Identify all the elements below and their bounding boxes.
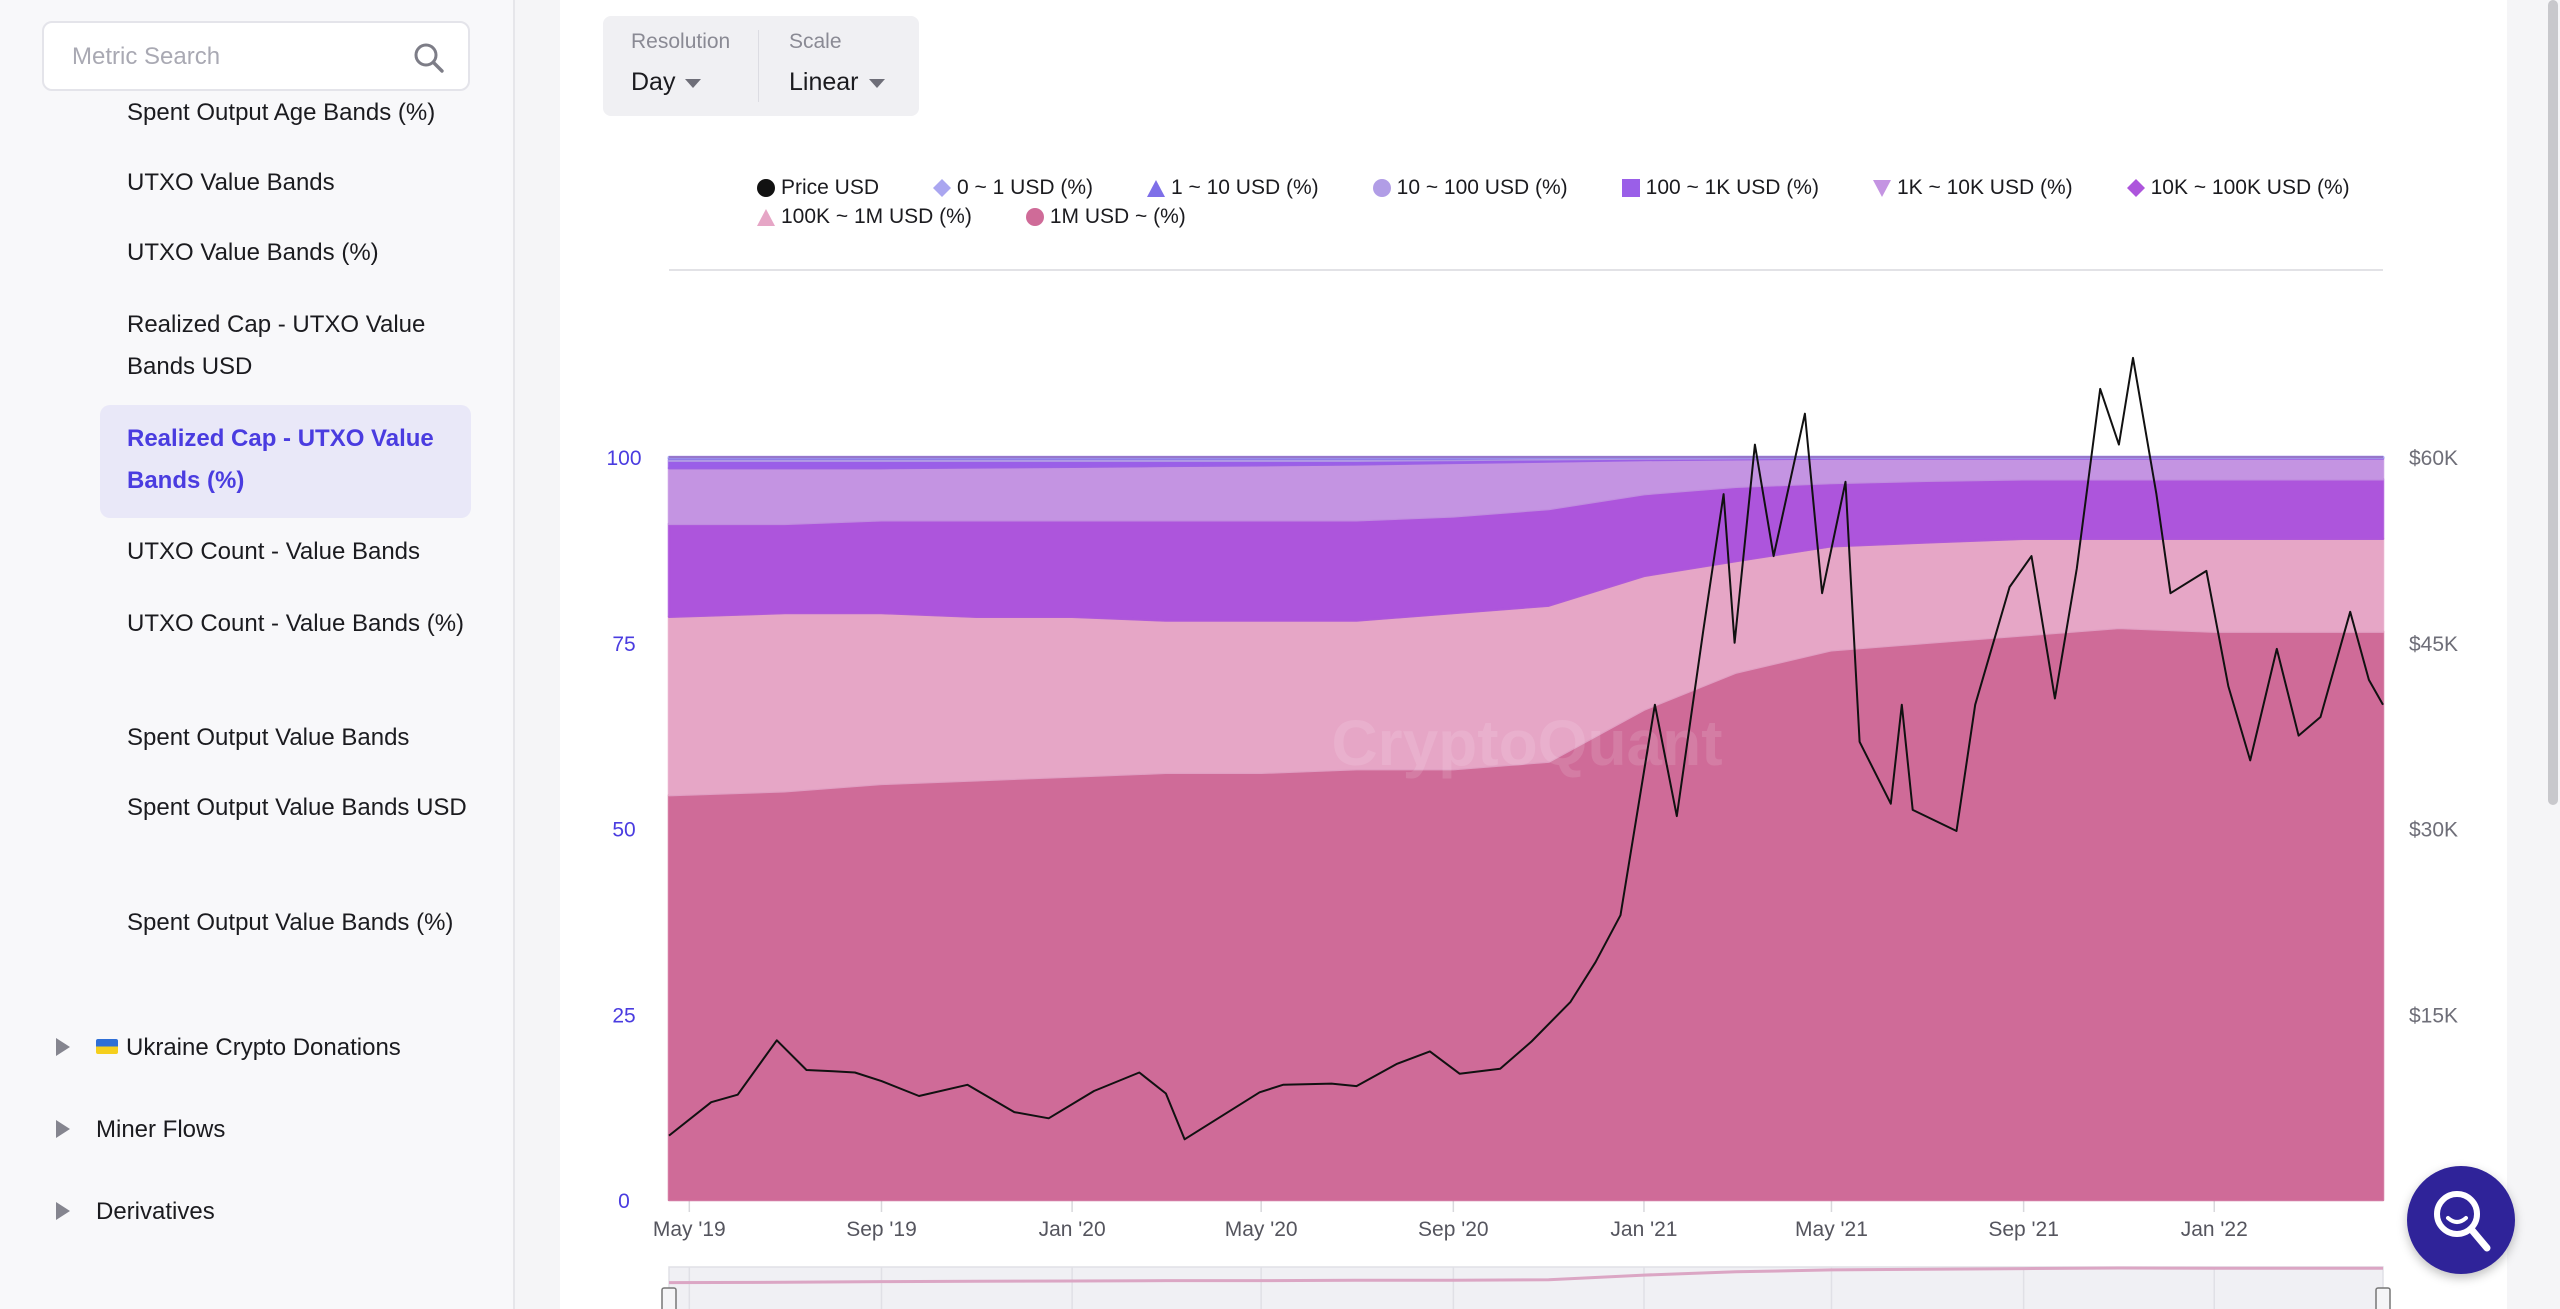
navigator-handle[interactable]	[661, 1287, 677, 1309]
watermark: CryptoQuant	[1331, 707, 1722, 779]
y-left-tick-label: 0	[618, 1190, 630, 1213]
x-tick-label: Jan '20	[1039, 1218, 1106, 1241]
x-tick-label: Jan '21	[1610, 1218, 1677, 1241]
y-left-tick-label: 75	[612, 633, 635, 656]
x-tick-label: May '21	[1795, 1218, 1868, 1241]
range-navigator	[668, 1266, 2384, 1309]
x-tick-label: Sep '20	[1418, 1218, 1489, 1241]
magnifier-icon	[2434, 1191, 2491, 1252]
x-tick-label: May '20	[1225, 1218, 1298, 1241]
navigator-handle[interactable]	[2375, 1287, 2391, 1309]
x-tick-label: Sep '21	[1988, 1218, 2059, 1241]
x-tick-label: Jan '22	[2181, 1218, 2248, 1241]
y-right-tick-label: $60K	[2409, 447, 2458, 470]
y-left-tick-label: 100	[606, 447, 641, 470]
y-right-tick-label: $45K	[2409, 633, 2458, 656]
search-fab-button[interactable]	[2407, 1166, 2515, 1274]
y-left-tick-label: 50	[612, 819, 635, 842]
y-left-tick-label: 25	[612, 1004, 635, 1027]
stacked-area-chart: CryptoQuant 0 25 50 75 100 $15K $30K $45K $60K May…	[606, 269, 2458, 1309]
x-tick-label: Sep '19	[846, 1218, 917, 1241]
x-tick-label: May '19	[653, 1218, 726, 1241]
y-right-tick-label: $30K	[2409, 819, 2458, 842]
y-right-tick-label: $15K	[2409, 1004, 2458, 1027]
